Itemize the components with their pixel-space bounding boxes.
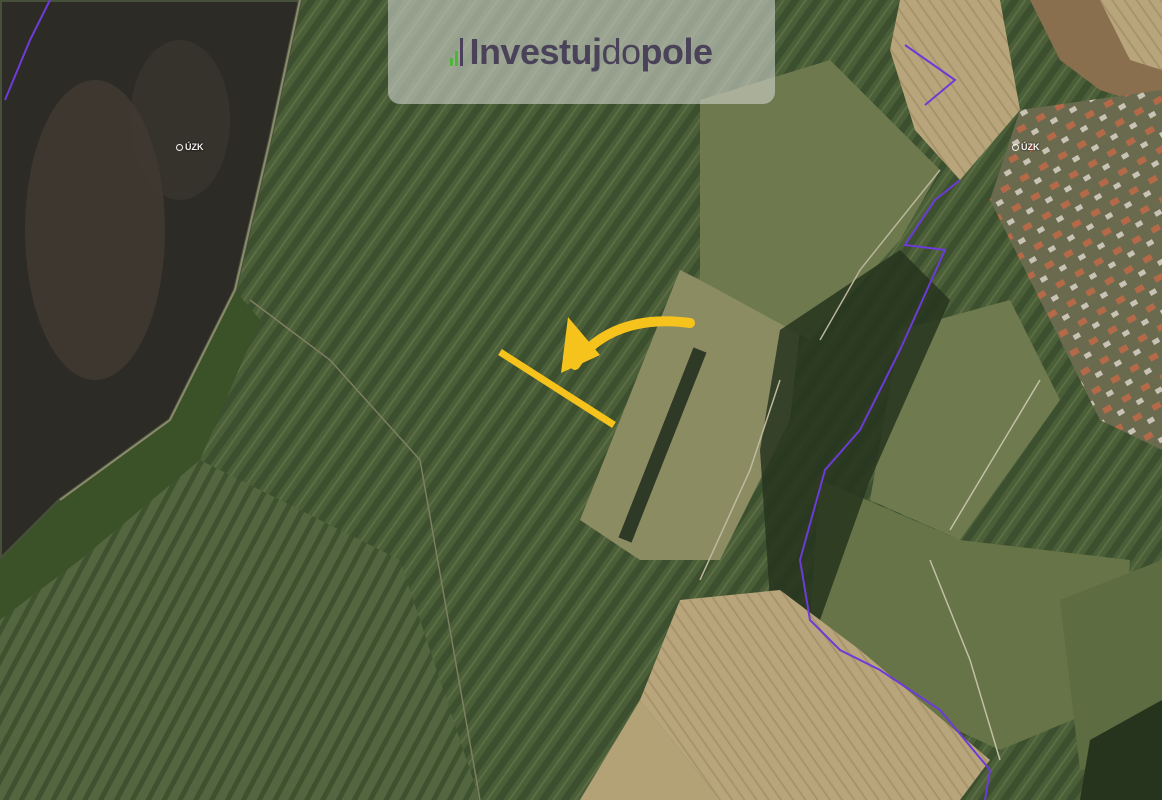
logo-panel: Investuj do pole [388,0,775,104]
satellite-map[interactable]: ÚZK ÚZK Investuj do pole [0,0,1162,800]
pin-label: ÚZK [1021,142,1040,152]
cadastral-pin[interactable]: ÚZK [1012,142,1040,152]
cadastral-pin[interactable]: ÚZK [176,142,204,152]
brand-word-1: Investuj [469,31,602,72]
cadastral-pin-icon [176,143,183,151]
chart-bars-icon [450,38,464,66]
brand-word-3: pole [640,31,714,72]
brand-word-2: do [601,31,641,72]
pin-label: ÚZK [185,142,204,152]
brand-logo: Investuj do pole [450,31,714,72]
cadastral-pin-icon [1012,143,1019,151]
map-layer[interactable] [0,0,1162,800]
